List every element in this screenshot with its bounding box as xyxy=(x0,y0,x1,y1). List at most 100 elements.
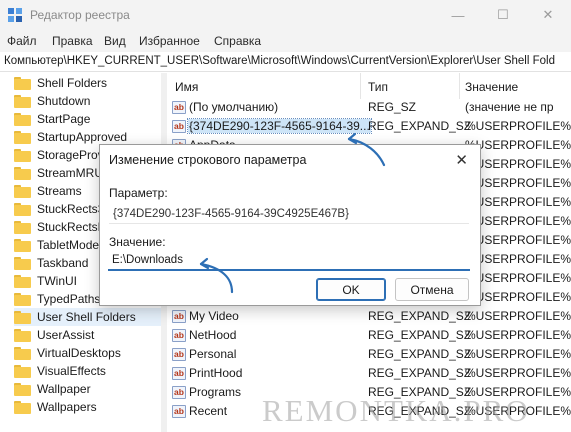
value-row-selected[interactable]: ab {374DE290-123F-4565-9164-39... REG_EXPA… xyxy=(167,117,571,136)
string-value-ab-icon: ab xyxy=(172,310,186,323)
tree-item-twinui[interactable]: TWinUI xyxy=(14,272,77,290)
tree-item-streams[interactable]: Streams xyxy=(14,182,82,200)
folder-icon xyxy=(14,112,31,126)
value-row[interactable]: ab PrintHood REG_EXPAND_SZ %USERPROFILE% xyxy=(167,364,571,383)
tree-item-label: VisualEffects xyxy=(37,364,106,378)
tree-item-label: StuckRectsL xyxy=(37,220,105,234)
value-data-input[interactable] xyxy=(108,251,470,271)
column-data-header[interactable]: Значение xyxy=(465,80,518,94)
value-data: %USERPROFILE% xyxy=(465,119,571,133)
column-name-header[interactable]: Имя xyxy=(175,80,198,94)
minimize-icon: — xyxy=(451,7,465,23)
value-name: NetHood xyxy=(189,328,237,342)
value-data: (значение не пр xyxy=(465,100,554,114)
value-name: {374DE290-123F-4565-9164-39... xyxy=(187,118,372,134)
value-data: %USERPROFILE% xyxy=(465,347,571,361)
tree-item-label: UserAssist xyxy=(37,328,95,342)
window-title: Редактор реестра xyxy=(30,8,130,22)
string-value-ab-icon: ab xyxy=(172,405,186,418)
menu-file[interactable]: Файл xyxy=(7,34,37,48)
tree-item-stuckrectsl[interactable]: StuckRectsL xyxy=(14,218,104,236)
folder-icon xyxy=(14,220,31,234)
folder-icon xyxy=(14,346,31,360)
tree-item-label: Streams xyxy=(37,184,82,198)
value-type: REG_EXPAND_SZ xyxy=(368,309,472,323)
folder-icon xyxy=(14,148,31,162)
value-name: My Video xyxy=(189,309,239,323)
dialog-title: Изменение строкового параметра xyxy=(109,153,307,167)
value-name: Programs xyxy=(189,385,242,399)
value-name: (По умолчанию) xyxy=(189,100,279,114)
dialog-close-button[interactable]: ✕ xyxy=(455,151,468,169)
tree-item-userassist[interactable]: UserAssist xyxy=(14,326,94,344)
address-bar[interactable]: Компьютер\HKEY_CURRENT_USER\Software\Mic… xyxy=(0,52,571,72)
close-button[interactable]: ✕ xyxy=(525,0,571,30)
tree-item-label: Wallpaper xyxy=(37,382,91,396)
value-row[interactable]: ab (По умолчанию) REG_SZ (значение не пр xyxy=(167,98,571,117)
value-name: Recent xyxy=(189,404,228,418)
value-type: REG_SZ xyxy=(368,100,417,114)
tree-item-label: StuckRects3 xyxy=(37,202,105,216)
value-row[interactable]: ab My Video REG_EXPAND_SZ xyxy=(167,307,571,326)
value-name-label: Параметр: xyxy=(109,186,168,200)
value-type: REG_EXPAND_SZ xyxy=(368,119,472,133)
string-value-ab-icon: ab xyxy=(172,101,186,114)
tree-item-label: VirtualDesktops xyxy=(37,346,121,360)
value-row[interactable]: ab NetHood REG_EXPAND_SZ %USERPROFILE% xyxy=(167,326,571,345)
folder-icon xyxy=(14,274,31,288)
folder-icon xyxy=(14,238,31,252)
tree-item-label: StreamMRU xyxy=(37,166,104,180)
tree-item-stuckrects3[interactable]: StuckRects3 xyxy=(14,200,104,218)
registry-editor-icon xyxy=(8,8,22,22)
value-data: %USERPROFILE% xyxy=(465,328,571,342)
value-type: REG_EXPAND_SZ xyxy=(368,328,472,342)
tree-item-startpage[interactable]: StartPage xyxy=(14,110,90,128)
close-icon: ✕ xyxy=(542,7,554,22)
tree-item-label: TabletMode xyxy=(37,238,100,252)
value-type: REG_EXPAND_SZ xyxy=(368,347,472,361)
tree-item-visualeffects[interactable]: VisualEffects xyxy=(14,362,106,380)
column-type-header[interactable]: Тип xyxy=(368,80,388,94)
folder-icon xyxy=(14,292,31,306)
address-path[interactable]: Компьютер\HKEY_CURRENT_USER\Software\Mic… xyxy=(4,55,555,67)
tree-item-label: TWinUI xyxy=(37,274,77,288)
tree-item-tabletmode[interactable]: TabletMode xyxy=(14,236,99,254)
tree-item-label: StorageProv xyxy=(37,148,104,162)
tree-item-virtualdesktops[interactable]: VirtualDesktops xyxy=(14,344,121,362)
ok-button[interactable]: OK xyxy=(316,278,386,301)
tree-item-storageprov[interactable]: StorageProv xyxy=(14,146,104,164)
tree-item-shutdown[interactable]: Shutdown xyxy=(14,92,90,110)
tree-item-wallpaper[interactable]: Wallpaper xyxy=(14,380,91,398)
tree-item-typedpaths[interactable]: TypedPaths xyxy=(14,290,100,308)
tree-item-label: Shell Folders xyxy=(37,76,108,90)
title-bar: Редактор реестра — ☐ ✕ xyxy=(0,0,571,30)
folder-icon xyxy=(14,202,31,216)
tree-item-wallpapers[interactable]: Wallpapers xyxy=(14,398,97,416)
folder-icon xyxy=(14,94,31,108)
column-separator[interactable] xyxy=(360,73,361,99)
edit-string-dialog: Изменение строкового параметра ✕ Парамет… xyxy=(99,144,481,306)
tree-item-label: Shutdown xyxy=(37,94,91,108)
tree-item-user-shell-folders[interactable]: User Shell Folders xyxy=(14,308,161,326)
column-separator[interactable] xyxy=(459,73,460,99)
tree-item-shell-folders[interactable]: Shell Folders xyxy=(14,74,107,92)
cancel-button[interactable]: Отмена xyxy=(395,278,469,301)
list-header: Имя Тип Значение xyxy=(167,73,571,99)
maximize-icon: ☐ xyxy=(497,7,509,22)
value-type: REG_EXPAND_SZ xyxy=(368,366,472,380)
watermark: REMONTKA.PRO xyxy=(262,393,530,428)
menu-favorites[interactable]: Избранное xyxy=(139,34,200,48)
minimize-button[interactable]: — xyxy=(435,0,481,30)
menu-edit[interactable]: Правка xyxy=(52,34,93,48)
value-row[interactable]: ab Personal REG_EXPAND_SZ %USERPROFILE% xyxy=(167,345,571,364)
tree-item-label: StartupApproved xyxy=(37,130,128,144)
menu-view[interactable]: Вид xyxy=(104,34,126,48)
string-value-ab-icon: ab xyxy=(172,386,186,399)
menu-bar: Файл Правка Вид Избранное Справка xyxy=(0,30,571,52)
string-value-ab-icon: ab xyxy=(172,348,186,361)
tree-item-taskband[interactable]: Taskband xyxy=(14,254,88,272)
menu-help[interactable]: Справка xyxy=(214,34,261,48)
folder-icon xyxy=(14,184,31,198)
maximize-button[interactable]: ☐ xyxy=(480,0,526,30)
tree-item-streammru[interactable]: StreamMRU xyxy=(14,164,103,182)
